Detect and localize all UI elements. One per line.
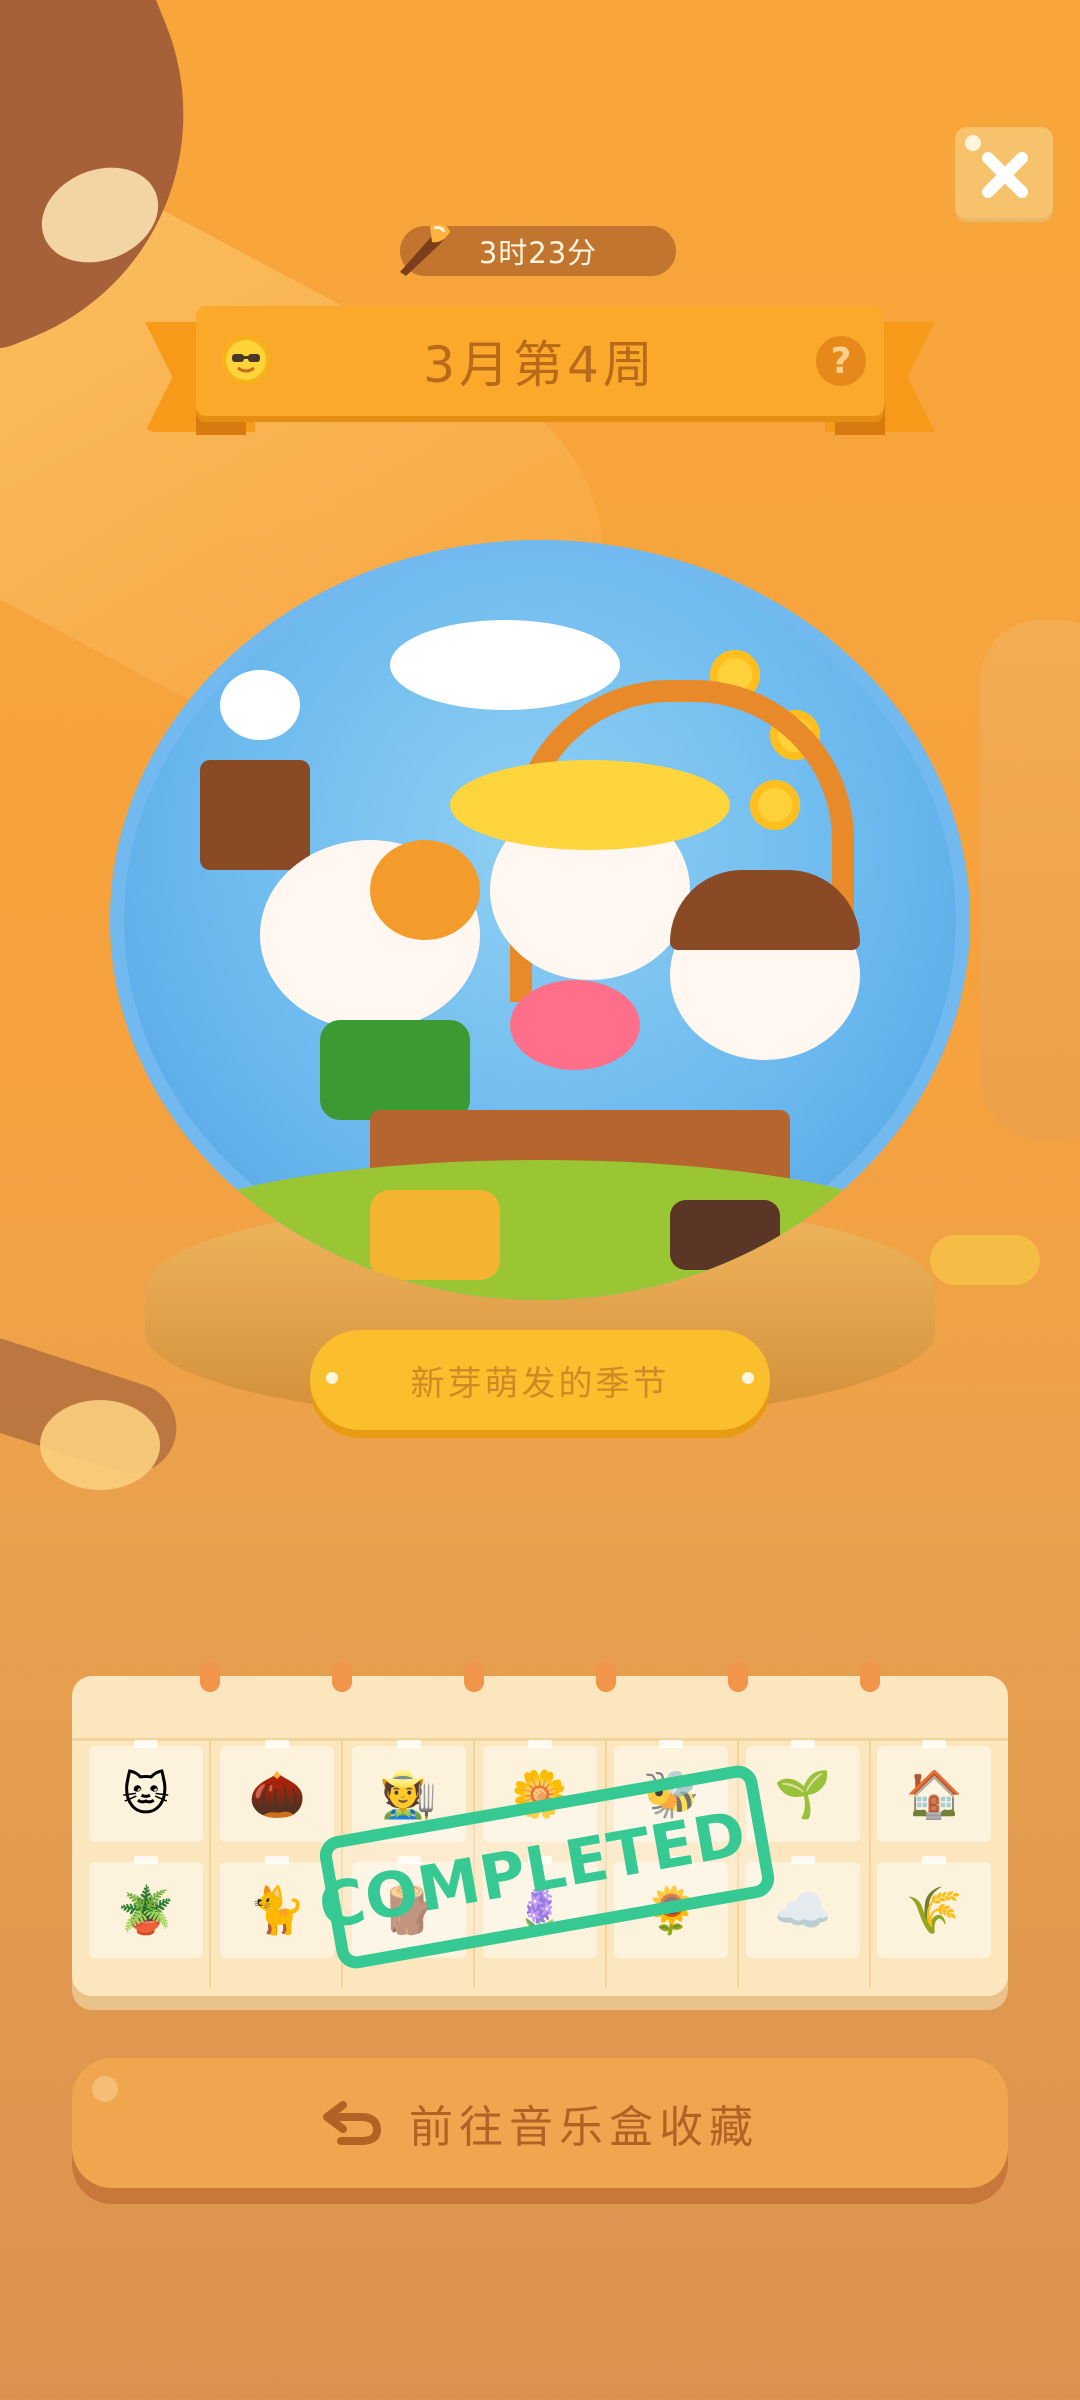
orange-cat-patch bbox=[370, 840, 480, 940]
highlight-dot bbox=[92, 2076, 118, 2102]
close-icon bbox=[978, 149, 1030, 201]
calendar-cell: 🪴 bbox=[80, 1856, 211, 1958]
calendar-cell: 🌾 bbox=[869, 1856, 1000, 1958]
calendar-ring bbox=[596, 1662, 616, 1692]
season-plaque: 新芽萌发的季节 bbox=[310, 1330, 770, 1430]
calendar-ring bbox=[728, 1662, 748, 1692]
calendar-cell: 🐱 bbox=[80, 1740, 211, 1842]
close-button[interactable] bbox=[955, 127, 1053, 222]
calendar-ring bbox=[332, 1662, 352, 1692]
calendar-ring bbox=[200, 1662, 220, 1692]
week-title: 3月第4周 bbox=[423, 336, 657, 394]
garden-grass bbox=[150, 1160, 930, 1300]
plaque-dot bbox=[742, 1372, 754, 1384]
bouquet bbox=[510, 980, 640, 1070]
cloud-decoration bbox=[220, 670, 300, 740]
sun-sunglasses-icon bbox=[222, 336, 270, 384]
calendar-cell: 🌰 bbox=[211, 1740, 342, 1842]
pots-decoration bbox=[670, 1200, 780, 1270]
cloud-decoration bbox=[390, 620, 620, 710]
feather-brush-icon bbox=[400, 224, 450, 276]
music-box-globe: 新芽萌发的季节 bbox=[110, 540, 970, 1480]
calendar-cell: 🏠 bbox=[869, 1740, 1000, 1842]
birdhouse-decoration bbox=[200, 760, 310, 870]
week-banner: 3月第4周 ? bbox=[196, 306, 884, 416]
globe-sphere bbox=[110, 540, 970, 1300]
return-arrow-icon bbox=[323, 2101, 382, 2145]
watering-can bbox=[320, 1020, 470, 1120]
go-to-collection-label: 前往音乐盒收藏 bbox=[409, 2102, 759, 2153]
cat-portrait-icon[interactable]: 🐱 bbox=[88, 1740, 203, 1842]
calendar-ring bbox=[464, 1662, 484, 1692]
plaque-dot bbox=[326, 1372, 338, 1384]
question-icon[interactable]: ? bbox=[816, 336, 866, 386]
music-box-key bbox=[930, 1235, 1040, 1285]
straw-hat bbox=[450, 760, 730, 850]
help-label: ? bbox=[830, 340, 852, 382]
go-to-collection-button[interactable]: 前往音乐盒收藏 bbox=[72, 2058, 1008, 2188]
calendar-ring bbox=[860, 1662, 880, 1692]
trellis-icon[interactable]: 🌾 bbox=[877, 1856, 992, 1958]
season-title: 新芽萌发的季节 bbox=[410, 1363, 670, 1404]
boots-decoration bbox=[370, 1190, 500, 1280]
background-jar bbox=[980, 620, 1080, 1140]
bulb-icon[interactable]: 🌰 bbox=[220, 1740, 335, 1842]
birdhouse-icon[interactable]: 🏠 bbox=[877, 1740, 992, 1842]
timer-text: 3时23分 bbox=[478, 236, 598, 270]
planter-icon[interactable]: 🪴 bbox=[88, 1856, 203, 1958]
